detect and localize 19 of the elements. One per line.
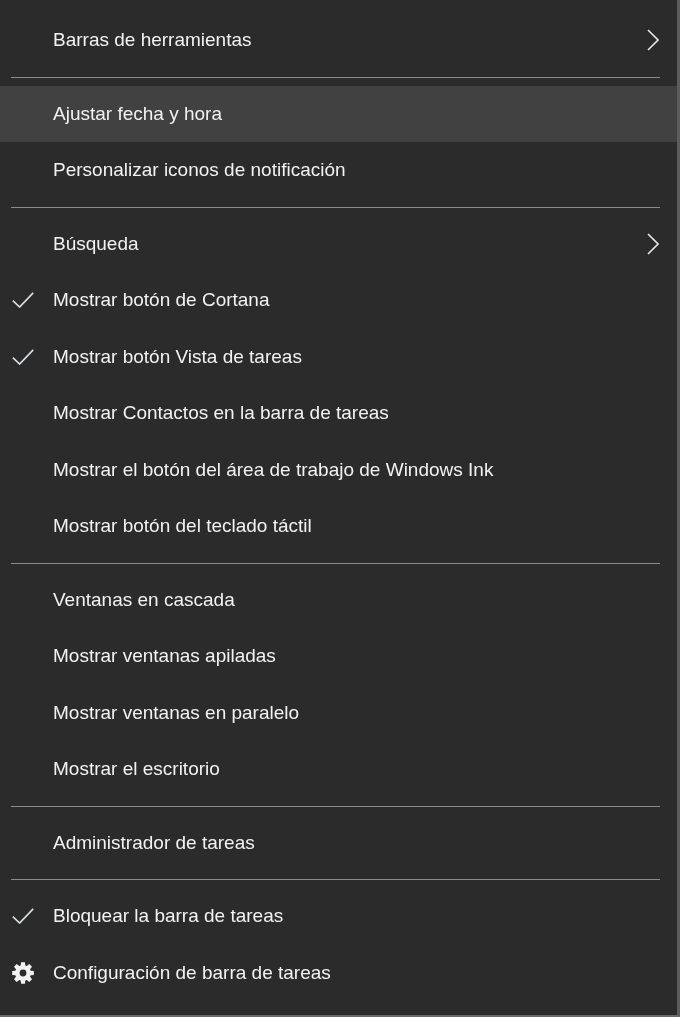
gear-icon [12, 961, 34, 984]
menu-item[interactable]: Mostrar ventanas en paralelo [0, 684, 677, 741]
menu-item[interactable]: Barras de herramientas [0, 12, 677, 69]
menu-item[interactable]: Mostrar Contactos en la barra de tareas [0, 385, 677, 442]
menu-item[interactable]: Ventanas en cascada [0, 571, 677, 628]
menu-item[interactable]: Administrador de tareas [0, 814, 677, 871]
menu-item[interactable]: Configuración de barra de tareas [0, 944, 677, 1001]
menu-item[interactable]: Mostrar el escritorio [0, 741, 677, 798]
menu-item[interactable]: Mostrar el botón del área de trabajo de Windows Ink [0, 441, 677, 498]
menu-item[interactable]: Mostrar botón de Cortana [0, 272, 677, 329]
menu-item[interactable]: Mostrar ventanas apiladas [0, 628, 677, 685]
menu-item[interactable]: Búsqueda [0, 215, 677, 272]
menu-item[interactable]: Personalizar iconos de notificación [0, 142, 677, 199]
menu-item[interactable]: Mostrar botón del teclado táctil [0, 498, 677, 555]
chevron-right-icon [647, 232, 659, 255]
menu-item[interactable]: Bloquear la barra de tareas [0, 888, 677, 945]
menu-item[interactable]: Ajustar fecha y hora [0, 85, 677, 142]
chevron-right-icon [647, 29, 659, 52]
menu-item[interactable]: Mostrar botón Vista de tareas [0, 328, 677, 385]
